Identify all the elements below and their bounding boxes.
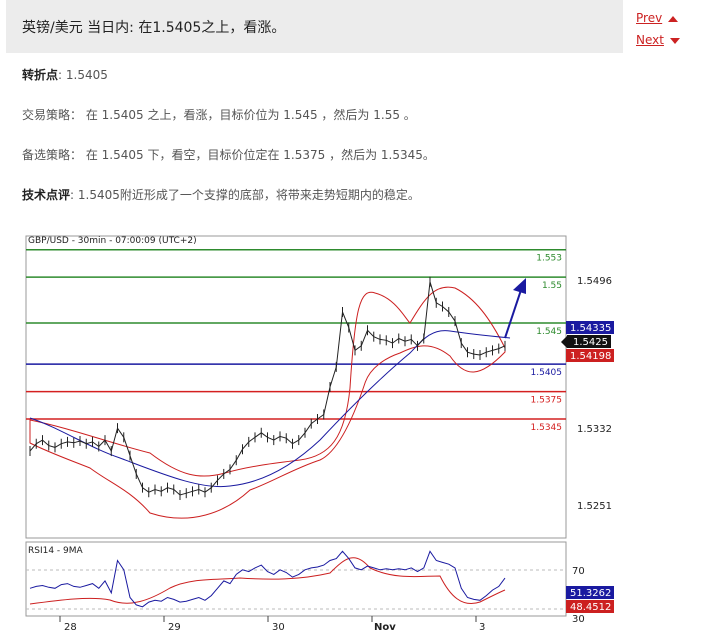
x-tick-label: 28 [64, 622, 77, 632]
comment-text: : 1.5405附近形成了一个支撑的底部，将带来走势短期内的稳定。 [70, 188, 420, 202]
x-tick-label: 29 [168, 622, 181, 632]
price-tick: 1.5332 [577, 424, 612, 435]
rsi-panel [25, 541, 567, 617]
level-label: 1.545 [536, 327, 562, 337]
level-label: 1.5375 [531, 396, 563, 406]
strategy-text: ： 在 1.5405 之上，看涨，目标价位为 1.545 ，然后为 1.55 。 [70, 108, 416, 122]
page-title: 英镑/美元 当日内: 在1.5405之上，看涨。 [22, 20, 286, 36]
x-tick-label: Nov [374, 622, 396, 632]
comment-label: 技术点评 [22, 188, 71, 202]
rsi-title: RSI14 - 9MA [28, 546, 84, 556]
price-chart: GBP/USD - 30min - 07:00:09 (UTC+2) 1.549… [25, 235, 614, 632]
alternative-label: 备选策略 [22, 148, 71, 162]
pivot-label: 转折点 [22, 68, 59, 82]
rsi-tick: 30 [572, 614, 585, 625]
level-label: 1.5345 [531, 423, 563, 433]
next-link[interactable]: Next [636, 33, 706, 47]
next-label[interactable]: Next [636, 33, 664, 47]
level-label: 1.5405 [531, 368, 563, 378]
price-tick: 1.5251 [577, 501, 612, 512]
chart-title: GBP/USD - 30min - 07:00:09 (UTC+2) [28, 236, 197, 246]
strategy-label: 交易策略 [22, 108, 71, 122]
price-panel [25, 235, 567, 539]
x-tick-label: 30 [272, 622, 285, 632]
page-header: 英镑/美元 当日内: 在1.5405之上，看涨。 [6, 0, 623, 53]
x-axis: 28 29 30 Nov 3 [59, 616, 485, 632]
level-label: 1.55 [542, 281, 562, 291]
rsi-ma-value: 48.4512 [570, 602, 611, 613]
pivot-line: 转折点: 1.5405 [22, 66, 108, 83]
comment-line: 技术点评: 1.5405附近形成了一个支撑的底部，将带来走势短期内的稳定。 [22, 186, 420, 203]
ma2-price-value: 1.54198 [570, 351, 611, 362]
x-tick-label: 3 [479, 622, 485, 632]
prev-link[interactable]: Prev [636, 11, 706, 25]
pivot-value: : 1.5405 [58, 68, 108, 82]
prev-label[interactable]: Prev [636, 11, 662, 25]
level-label: 1.553 [536, 254, 562, 264]
rsi-tick: 70 [572, 566, 585, 577]
strategy-line: 交易策略： 在 1.5405 之上，看涨，目标价位为 1.545 ，然后为 1.… [22, 106, 416, 123]
alternative-text: ： 在 1.5405 下，看空，目标价位定在 1.5375 ，然后为 1.534… [70, 148, 435, 162]
current-price-value: 1.5425 [573, 337, 608, 348]
arrow-up-icon [668, 15, 679, 22]
arrow-down-icon [669, 37, 680, 44]
rsi-value: 51.3262 [570, 588, 611, 599]
price-tick: 1.5496 [577, 276, 612, 287]
ma-price-value: 1.54335 [570, 323, 611, 334]
alternative-line: 备选策略： 在 1.5405 下，看空，目标价位定在 1.5375 ，然后为 1… [22, 146, 435, 163]
